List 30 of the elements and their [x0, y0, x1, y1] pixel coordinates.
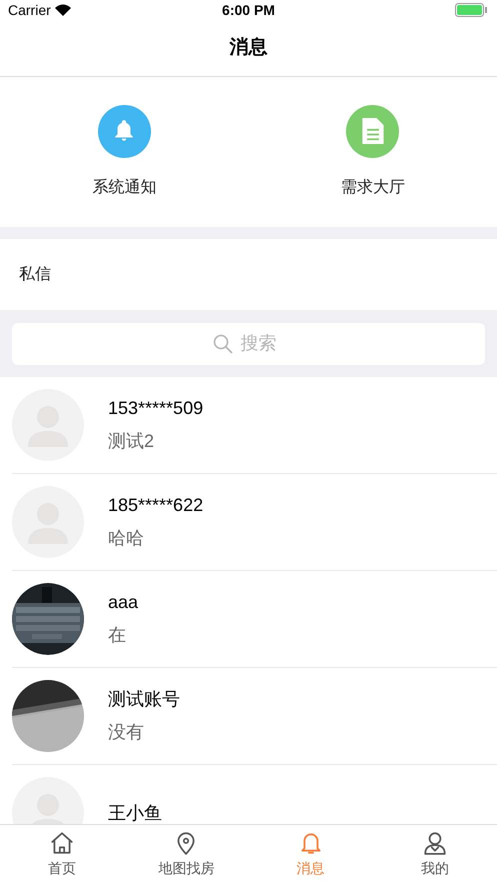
shortcut-button[interactable]: 需求大厅: [248, 77, 497, 227]
tab-item[interactable]: 首页: [0, 825, 124, 883]
message-preview: 哈哈: [108, 527, 145, 550]
contact-name: 王小鱼: [108, 802, 162, 824]
battery-icon: [454, 3, 489, 17]
user-icon: [422, 830, 448, 856]
tab-item[interactable]: 我的: [372, 825, 497, 883]
contact-name: aaa: [108, 591, 138, 614]
contact-name: 153*****509: [108, 397, 204, 420]
search-icon: [212, 334, 232, 354]
status-time: 6:00 PM: [222, 0, 275, 20]
conversation-item[interactable]: 185*****622 哈哈: [12, 474, 497, 571]
section-title: 私信: [19, 264, 51, 284]
conversation-item[interactable]: 测试账号 没有: [12, 668, 497, 765]
message-preview: 没有: [108, 721, 145, 744]
contact-name: 测试账号: [108, 688, 180, 711]
conversation-item[interactable]: aaa 在: [12, 571, 497, 668]
search-field[interactable]: 搜索: [240, 330, 284, 357]
tab-item[interactable]: 地图找房: [124, 825, 248, 883]
avatar-placeholder-icon: [12, 486, 84, 558]
message-preview: 在: [108, 624, 127, 647]
conversation-item[interactable]: 153*****509 测试2: [12, 377, 497, 474]
home-icon: [49, 830, 76, 856]
message-preview: 测试2: [108, 430, 156, 453]
contact-name: 185*****622: [108, 494, 204, 517]
wifi-icon: [54, 4, 71, 16]
shortcut-button[interactable]: 系统通知: [0, 77, 248, 227]
carrier-label: Carrier: [8, 0, 51, 20]
avatar-placeholder-icon: [12, 389, 84, 461]
page-title: 消息: [230, 36, 268, 60]
